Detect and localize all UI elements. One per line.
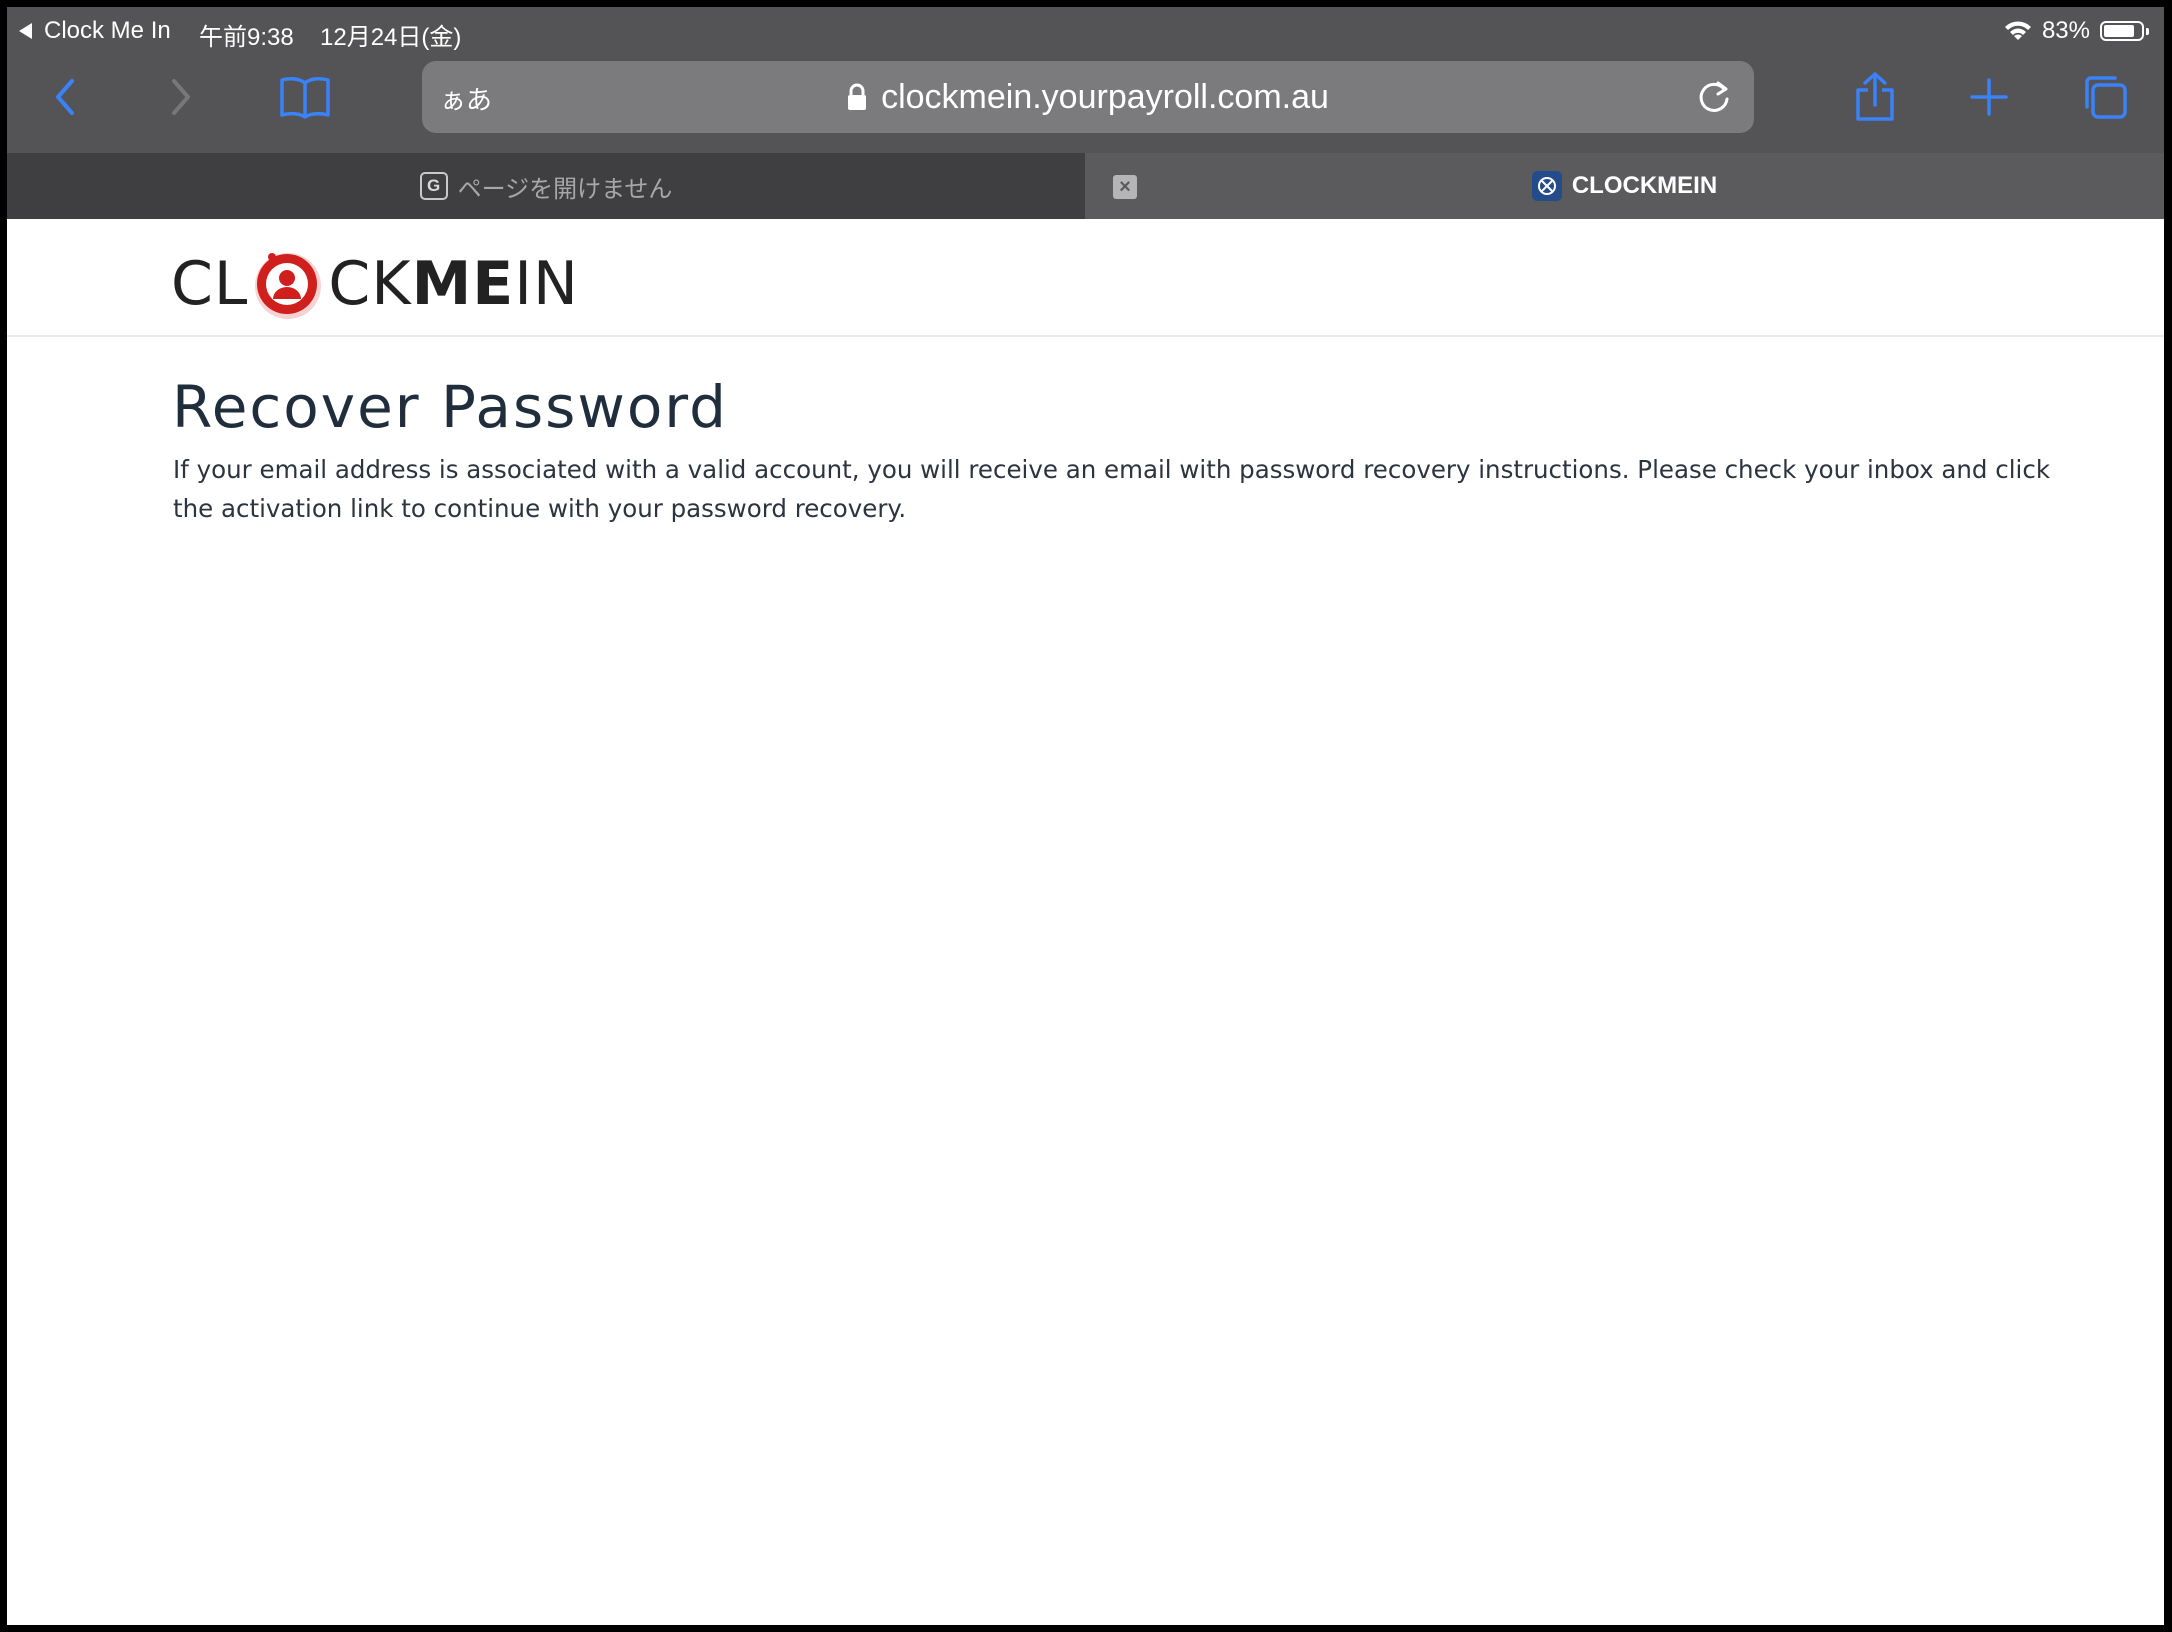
logo-text-cl: CL: [171, 249, 249, 319]
status-date: 12月24日(金): [320, 24, 462, 51]
reload-button[interactable]: [1692, 75, 1736, 119]
page-title: Recover Password: [172, 373, 728, 441]
back-app-label: Clock Me In: [44, 17, 171, 44]
tab-cannot-open-page[interactable]: G ページを開けません: [7, 153, 1085, 219]
tab-clockmein[interactable]: × CLOCKMEIN: [1085, 153, 2164, 219]
clockmein-favicon-icon: [1531, 171, 1562, 201]
tab-label: CLOCKMEIN: [1571, 172, 1718, 199]
browser-toolbar: ぁあ clockmein.yourpayroll.com.au: [7, 55, 2164, 153]
clock-person-logo-icon: [255, 253, 322, 319]
share-button[interactable]: [1845, 67, 1905, 127]
site-header: CL CK ME IN: [7, 219, 2164, 337]
logo-text-me: ME: [411, 249, 515, 319]
web-page: CL CK ME IN Recover Password If your ema…: [7, 219, 2164, 1625]
google-favicon-icon: G: [419, 172, 448, 200]
new-tab-button[interactable]: [1959, 67, 2019, 127]
bookmarks-button[interactable]: [275, 67, 335, 127]
plus-icon: [1970, 78, 2008, 116]
back-button[interactable]: [35, 67, 95, 127]
status-right: 83%: [2004, 17, 2150, 45]
book-icon: [280, 77, 330, 119]
tabs-overview-button[interactable]: [2075, 67, 2135, 127]
status-time: 午前9:38: [199, 24, 294, 51]
lock-icon: [848, 83, 867, 110]
share-icon: [1856, 72, 1894, 121]
logo-text-ck: CK: [328, 249, 412, 319]
wifi-icon: [2004, 21, 2031, 40]
clockmein-logo[interactable]: CL CK ME IN: [171, 249, 579, 319]
tabs-icon: [2085, 76, 2127, 119]
chevron-left-icon: [56, 79, 74, 115]
tab-bar: G ページを開けません × CLOCKMEIN: [7, 153, 2164, 219]
logo-text-in: IN: [514, 249, 579, 319]
reload-icon: [1699, 81, 1729, 112]
back-triangle-icon: [19, 23, 32, 39]
back-to-app[interactable]: Clock Me In: [19, 17, 171, 45]
status-bar: Clock Me In 午前9:38 12月24日(金) 83%: [7, 7, 2164, 55]
close-tab-icon[interactable]: ×: [1113, 175, 1137, 199]
chevron-right-icon: [172, 79, 190, 115]
battery-percent: 83%: [2041, 17, 2090, 44]
recovery-instructions: If your email address is associated with…: [173, 455, 2051, 523]
address-bar[interactable]: ぁあ clockmein.yourpayroll.com.au: [422, 61, 1754, 133]
browser-window: Clock Me In 午前9:38 12月24日(金) 83% ぁあ cloc…: [7, 7, 2164, 1625]
battery-icon: [2100, 21, 2149, 41]
tab-label: ページを開けません: [457, 175, 673, 203]
forward-button[interactable]: [151, 67, 211, 127]
url-text: clockmein.yourpayroll.com.au: [881, 78, 1329, 116]
